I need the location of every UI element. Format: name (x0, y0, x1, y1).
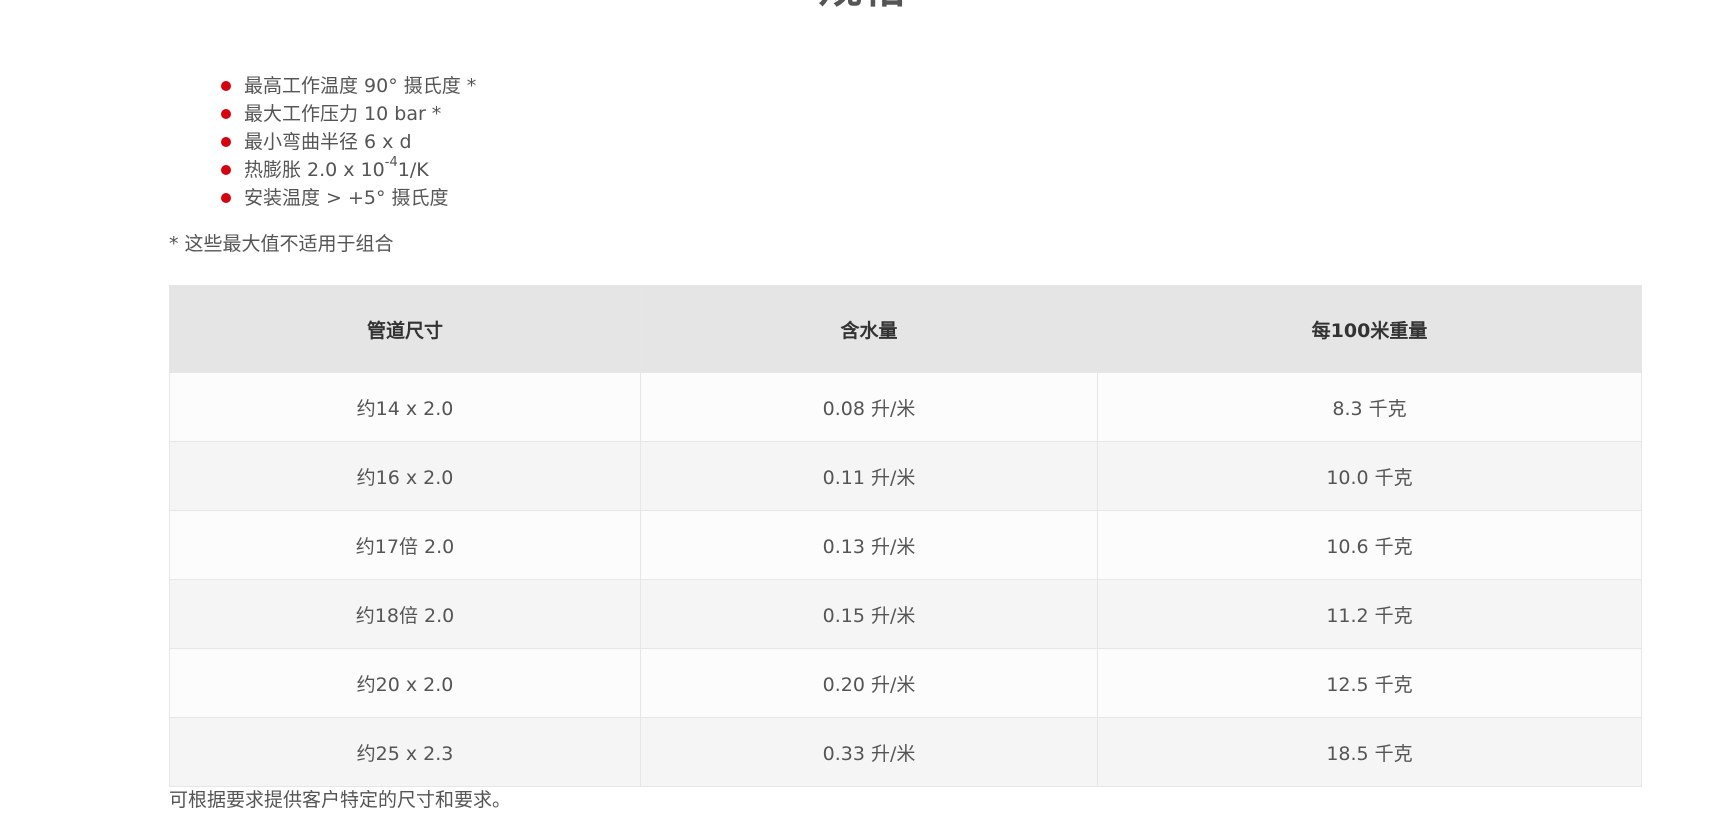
table-row: 约18倍 2.0 0.15 升/米 11.2 千克 (169, 579, 1642, 649)
custom-sizes-note: 可根据要求提供客户特定的尺寸和要求。 (169, 789, 512, 811)
spec-list: 最高工作温度 90° 摄氏度 * 最大工作压力 10 bar * 最小弯曲半径 … (220, 72, 476, 212)
cell-water-content: 0.11 升/米 (640, 441, 1098, 511)
header-weight: 每100米重量 (1097, 285, 1642, 373)
header-pipe-size: 管道尺寸 (169, 285, 641, 373)
cell-water-content: 0.20 升/米 (640, 648, 1098, 718)
spec-item-install-temperature: 安装温度 > +5° 摄氏度 (220, 184, 476, 212)
cell-weight: 11.2 千克 (1097, 579, 1642, 649)
spec-item-thermal-expansion: 热膨胀 2.0 x 10-41/K (220, 156, 476, 184)
spec-item-text: 热膨胀 2.0 x 10 (244, 159, 385, 181)
table-row: 约14 x 2.0 0.08 升/米 8.3 千克 (169, 372, 1642, 442)
pipe-size-table: 管道尺寸 含水量 每100米重量 约14 x 2.0 0.08 升/米 8.3 … (169, 285, 1642, 787)
cell-weight: 18.5 千克 (1097, 717, 1642, 787)
spec-item-text: 安装温度 > +5° 摄氏度 (244, 187, 449, 209)
cell-pipe-size: 约14 x 2.0 (169, 372, 641, 442)
cell-weight: 12.5 千克 (1097, 648, 1642, 718)
cell-water-content: 0.15 升/米 (640, 579, 1098, 649)
spec-item-unit: 1/K (397, 159, 429, 181)
header-water-content: 含水量 (640, 285, 1098, 373)
cell-weight: 10.6 千克 (1097, 510, 1642, 580)
cell-pipe-size: 约20 x 2.0 (169, 648, 641, 718)
cell-water-content: 0.33 升/米 (640, 717, 1098, 787)
bullet-icon (221, 165, 231, 175)
spec-item-text: 最高工作温度 90° 摄氏度 * (244, 75, 477, 97)
cell-pipe-size: 约17倍 2.0 (169, 510, 641, 580)
cell-pipe-size: 约16 x 2.0 (169, 441, 641, 511)
footnote: * 这些最大值不适用于组合 (169, 233, 394, 255)
cell-water-content: 0.08 升/米 (640, 372, 1098, 442)
spec-item-exponent: -4 (384, 154, 398, 170)
bullet-icon (221, 109, 231, 119)
table-row: 约17倍 2.0 0.13 升/米 10.6 千克 (169, 510, 1642, 580)
table-row: 约16 x 2.0 0.11 升/米 10.0 千克 (169, 441, 1642, 511)
bullet-icon (221, 193, 231, 203)
cell-pipe-size: 约18倍 2.0 (169, 579, 641, 649)
spec-item-text: 最小弯曲半径 6 x d (244, 131, 412, 153)
cell-water-content: 0.13 升/米 (640, 510, 1098, 580)
section-heading: 规格 (0, 0, 1725, 10)
bullet-icon (221, 81, 231, 91)
cell-pipe-size: 约25 x 2.3 (169, 717, 641, 787)
spec-item-bend-radius: 最小弯曲半径 6 x d (220, 128, 476, 156)
spec-item-max-temperature: 最高工作温度 90° 摄氏度 * (220, 72, 476, 100)
table-row: 约25 x 2.3 0.33 升/米 18.5 千克 (169, 717, 1642, 787)
bullet-icon (221, 137, 231, 147)
table-row: 约20 x 2.0 0.20 升/米 12.5 千克 (169, 648, 1642, 718)
table-header-row: 管道尺寸 含水量 每100米重量 (169, 285, 1642, 373)
cell-weight: 10.0 千克 (1097, 441, 1642, 511)
cell-weight: 8.3 千克 (1097, 372, 1642, 442)
spec-item-text: 最大工作压力 10 bar * (244, 103, 442, 125)
page: 规格 最高工作温度 90° 摄氏度 * 最大工作压力 10 bar * 最小弯曲… (0, 0, 1725, 826)
spec-item-max-pressure: 最大工作压力 10 bar * (220, 100, 476, 128)
